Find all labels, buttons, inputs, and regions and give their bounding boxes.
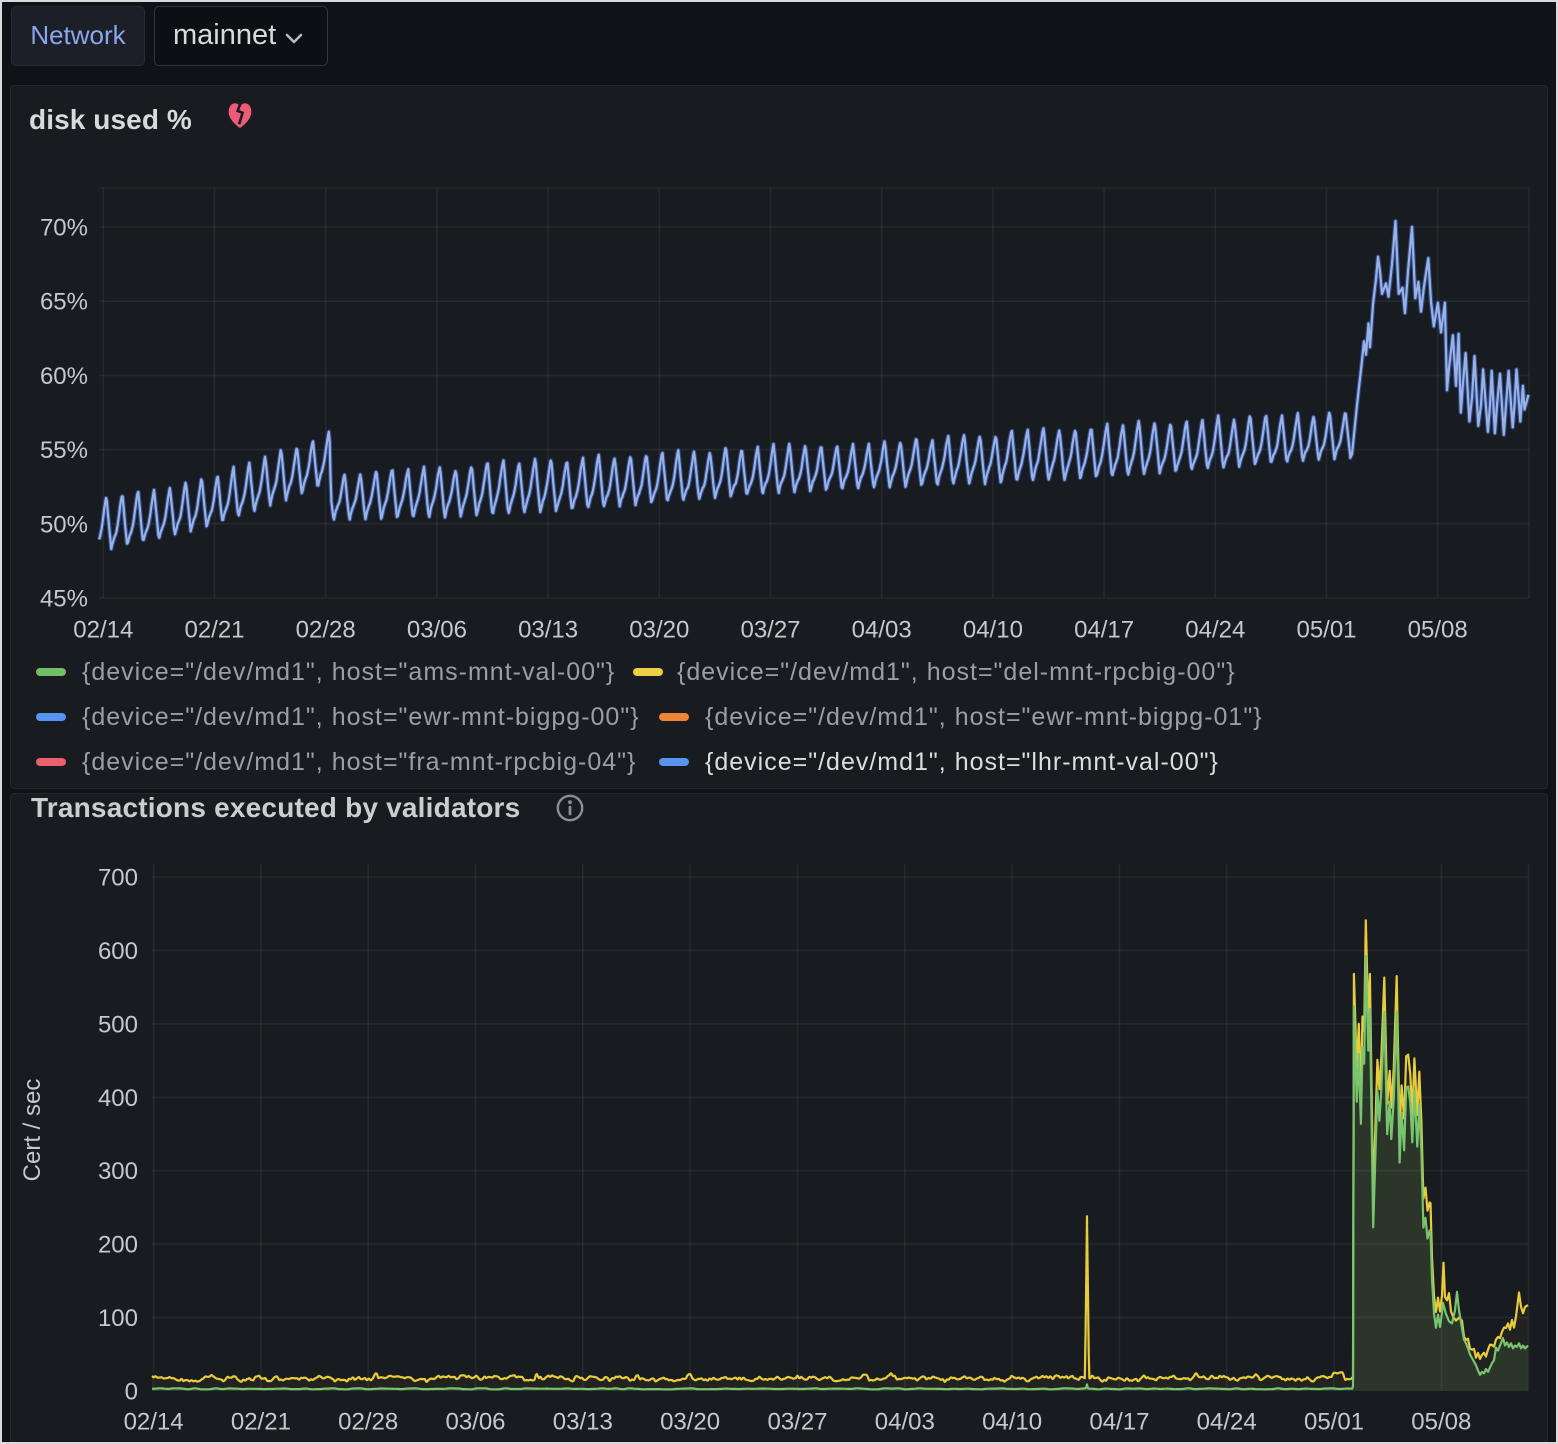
svg-text:02/14: 02/14 [73,617,133,644]
svg-text:04/10: 04/10 [963,617,1023,644]
svg-text:04/03: 04/03 [875,1409,935,1436]
svg-text:600: 600 [98,938,138,965]
svg-text:55%: 55% [40,437,88,464]
svg-text:02/21: 02/21 [184,617,244,644]
svg-text:50%: 50% [40,511,88,538]
svg-text:03/27: 03/27 [767,1409,827,1436]
svg-text:400: 400 [98,1085,138,1112]
svg-text:04/24: 04/24 [1185,617,1245,644]
svg-text:05/08: 05/08 [1408,617,1468,644]
svg-text:04/17: 04/17 [1074,617,1134,644]
svg-text:100: 100 [98,1305,138,1332]
svg-text:03/06: 03/06 [445,1409,505,1436]
svg-text:03/20: 03/20 [629,617,689,644]
svg-text:05/01: 05/01 [1304,1409,1364,1436]
svg-text:04/03: 04/03 [852,617,912,644]
svg-text:02/14: 02/14 [124,1409,184,1436]
svg-text:04/10: 04/10 [982,1409,1042,1436]
svg-text:Cert / sec: Cert / sec [19,1079,46,1182]
svg-text:03/06: 03/06 [407,617,467,644]
svg-text:500: 500 [98,1011,138,1038]
svg-text:200: 200 [98,1232,138,1259]
svg-text:04/17: 04/17 [1089,1409,1149,1436]
svg-text:70%: 70% [40,215,88,242]
svg-text:02/28: 02/28 [296,617,356,644]
svg-text:02/28: 02/28 [338,1409,398,1436]
svg-text:300: 300 [98,1158,138,1185]
svg-text:05/08: 05/08 [1411,1409,1471,1436]
svg-text:04/24: 04/24 [1197,1409,1257,1436]
svg-text:02/21: 02/21 [231,1409,291,1436]
svg-text:03/27: 03/27 [740,617,800,644]
svg-text:0: 0 [125,1379,138,1406]
svg-text:60%: 60% [40,363,88,390]
svg-text:700: 700 [98,865,138,892]
svg-text:45%: 45% [40,586,88,613]
svg-text:05/01: 05/01 [1296,617,1356,644]
svg-text:03/13: 03/13 [518,617,578,644]
svg-text:65%: 65% [40,289,88,316]
svg-text:03/13: 03/13 [553,1409,613,1436]
svg-text:03/20: 03/20 [660,1409,720,1436]
